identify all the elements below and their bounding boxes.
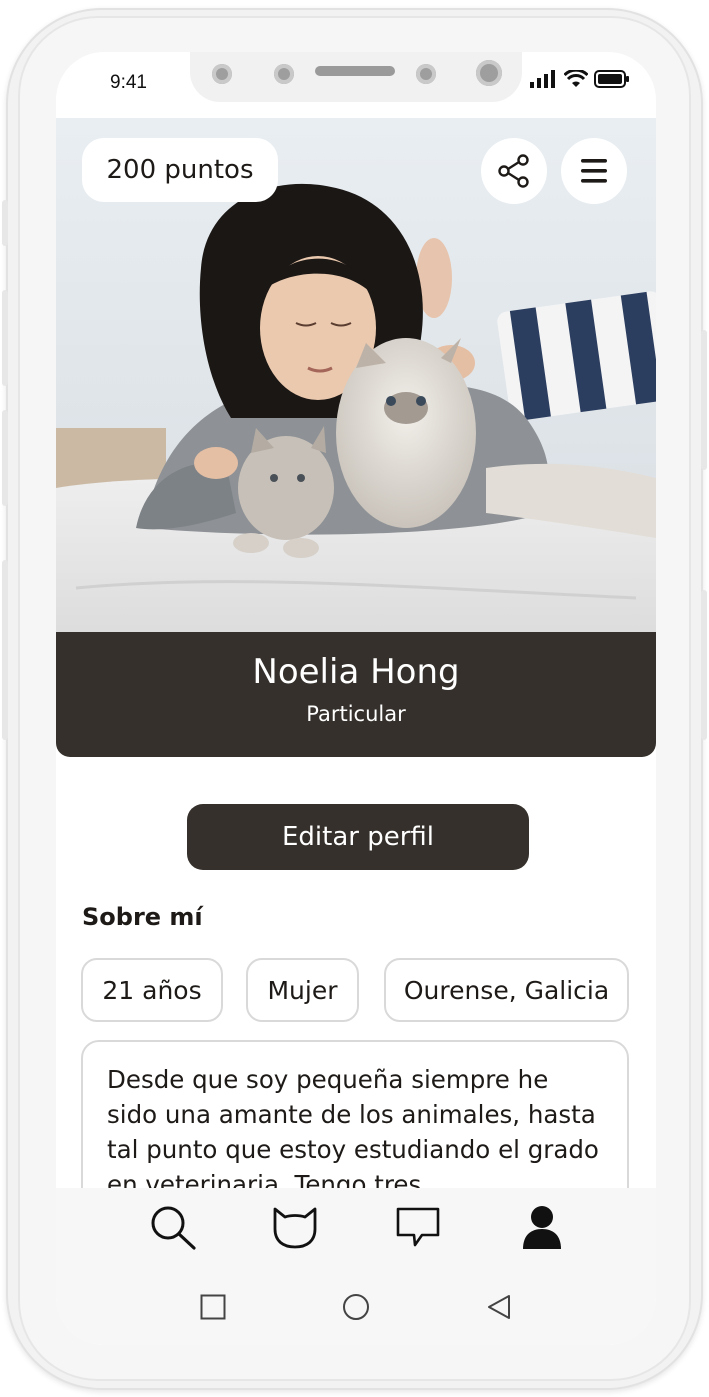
power-button — [701, 330, 707, 470]
chat-icon — [396, 1207, 440, 1247]
points-badge[interactable]: 200 puntos — [82, 138, 278, 202]
menu-button[interactable] — [561, 138, 627, 204]
hamburger-menu-icon — [581, 159, 607, 183]
cat-icon — [273, 1207, 317, 1249]
back-triangle-icon — [488, 1295, 510, 1319]
age-chip: 21 años — [81, 958, 223, 1022]
status-time: 9:41 — [110, 72, 147, 93]
about-title: Sobre mí — [82, 903, 203, 931]
nav-search[interactable] — [148, 1204, 198, 1250]
system-recents-button[interactable] — [198, 1292, 228, 1322]
nav-chat[interactable] — [393, 1204, 443, 1250]
wifi-icon — [564, 70, 588, 87]
volume-down-button — [2, 410, 8, 506]
share-icon — [498, 154, 529, 188]
nav-profile[interactable] — [517, 1204, 567, 1250]
nav-pets[interactable] — [270, 1204, 320, 1250]
sensor-dot — [416, 64, 436, 84]
side-strip — [2, 560, 8, 740]
profile-name-banner: Noelia Hong Particular — [56, 632, 656, 757]
notch — [190, 52, 522, 102]
system-home-button[interactable] — [341, 1292, 371, 1322]
system-back-button[interactable] — [484, 1292, 514, 1322]
volume-up-button — [2, 290, 8, 386]
profile-icon — [523, 1206, 561, 1249]
location-chip: Ourense, Galicia — [384, 958, 629, 1022]
front-camera — [476, 60, 502, 86]
share-button[interactable] — [481, 138, 547, 204]
side-button — [2, 200, 8, 246]
profile-name: Noelia Hong — [252, 652, 460, 692]
bio-text: Desde que soy pequeña siempre he sido un… — [107, 1065, 599, 1199]
signal-icon — [530, 70, 555, 88]
status-icons — [530, 70, 630, 88]
sensor-dot — [274, 64, 294, 84]
circle-icon — [343, 1294, 369, 1320]
search-icon — [151, 1206, 196, 1250]
gender-chip: Mujer — [246, 958, 359, 1022]
square-icon — [200, 1294, 226, 1320]
profile-type: Particular — [306, 702, 406, 726]
bottom-nav — [56, 1188, 656, 1345]
sensor-dot — [212, 64, 232, 84]
speaker-grille — [315, 66, 395, 76]
battery-icon — [594, 70, 629, 88]
side-strip-right — [701, 590, 707, 740]
edit-profile-button[interactable]: Editar perfil — [187, 804, 529, 870]
